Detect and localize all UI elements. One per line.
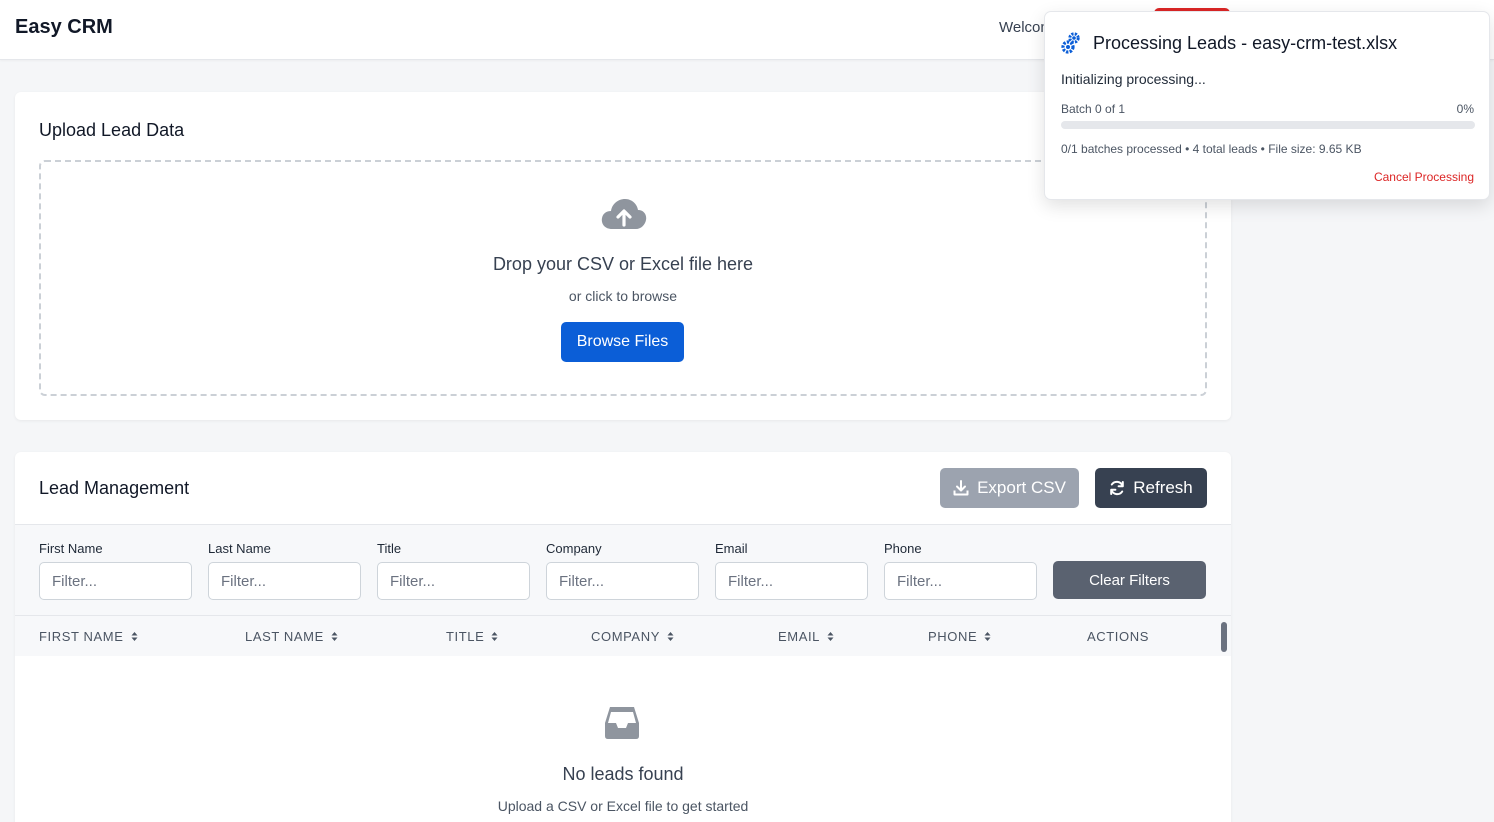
filter-label: Title [377, 541, 402, 556]
lead-management-title: Lead Management [39, 478, 190, 498]
download-icon [953, 480, 969, 496]
last-name-filter-input[interactable] [208, 562, 361, 600]
refresh-button[interactable]: Refresh [1095, 468, 1207, 508]
sort-icon [131, 632, 137, 641]
refresh-icon [1110, 480, 1125, 496]
export-csv-label: Export CSV [977, 478, 1066, 497]
clear-filters-button[interactable]: Clear Filters [1053, 561, 1206, 599]
filter-label: Company [546, 541, 602, 556]
filter-label: Email [715, 541, 748, 556]
cloud-upload-icon [601, 199, 647, 229]
column-title[interactable]: TITLE [446, 629, 498, 644]
column-label: ACTIONS [1087, 629, 1149, 644]
table-header: FIRST NAME LAST NAME TITLE COMPANY EMAIL… [15, 616, 1231, 656]
filter-phone: Phone [884, 541, 1037, 600]
cancel-processing-link[interactable]: Cancel Processing [1374, 170, 1474, 184]
column-label: COMPANY [591, 629, 660, 644]
filter-label: Last Name [208, 541, 271, 556]
refresh-label: Refresh [1133, 478, 1193, 497]
filter-company: Company [546, 541, 699, 600]
gears-icon [1061, 32, 1080, 54]
sort-icon [491, 632, 498, 641]
table-scrollbar[interactable] [1221, 622, 1227, 652]
processing-popup: Processing Leads - easy-crm-test.xlsx In… [1044, 11, 1490, 200]
column-company[interactable]: COMPANY [591, 629, 674, 644]
column-phone[interactable]: PHONE [928, 629, 991, 644]
browse-files-button[interactable]: Browse Files [561, 322, 684, 362]
progress-bar [1061, 121, 1475, 129]
column-label: FIRST NAME [39, 629, 124, 644]
lead-management-card: Lead Management Export CSV Refresh First… [15, 452, 1231, 822]
column-first-name[interactable]: FIRST NAME [39, 629, 138, 644]
column-last-name[interactable]: LAST NAME [245, 629, 338, 644]
sort-icon [984, 632, 991, 641]
first-name-filter-input[interactable] [39, 562, 192, 600]
sort-icon [331, 632, 338, 641]
empty-state-title: No leads found [562, 764, 684, 784]
column-email[interactable]: EMAIL [778, 629, 834, 644]
column-actions: ACTIONS [1087, 629, 1149, 644]
percent-label: 0% [1456, 102, 1474, 116]
inbox-icon [605, 707, 639, 739]
processing-status: Initializing processing... [1061, 71, 1206, 87]
drop-title: Drop your CSV or Excel file here [492, 254, 754, 274]
file-dropzone[interactable]: Drop your CSV or Excel file here or clic… [39, 160, 1207, 396]
filter-title: Title [377, 541, 530, 600]
popup-title: Processing Leads - easy-crm-test.xlsx [1093, 33, 1398, 53]
column-label: LAST NAME [245, 629, 324, 644]
column-label: EMAIL [778, 629, 821, 644]
column-label: PHONE [928, 629, 978, 644]
upload-title: Upload Lead Data [39, 120, 185, 140]
sort-icon [667, 632, 674, 641]
filter-first-name: First Name [39, 541, 192, 600]
sort-icon [827, 632, 834, 641]
brand-title: Easy CRM [15, 16, 113, 38]
title-filter-input[interactable] [377, 562, 530, 600]
filter-bar: First Name Last Name Title Company Email… [15, 524, 1231, 616]
filter-label: First Name [39, 541, 103, 556]
drop-subtitle: or click to browse [568, 288, 678, 304]
empty-state-subtitle: Upload a CSV or Excel file to get starte… [497, 798, 749, 814]
export-csv-button[interactable]: Export CSV [940, 468, 1079, 508]
filter-last-name: Last Name [208, 541, 361, 600]
filter-email: Email [715, 541, 868, 600]
batch-label: Batch 0 of 1 [1061, 102, 1126, 116]
filter-label: Phone [884, 541, 922, 556]
column-label: TITLE [446, 629, 485, 644]
processing-stats: 0/1 batches processed • 4 total leads • … [1061, 142, 1362, 156]
company-filter-input[interactable] [546, 562, 699, 600]
phone-filter-input[interactable] [884, 562, 1037, 600]
email-filter-input[interactable] [715, 562, 868, 600]
